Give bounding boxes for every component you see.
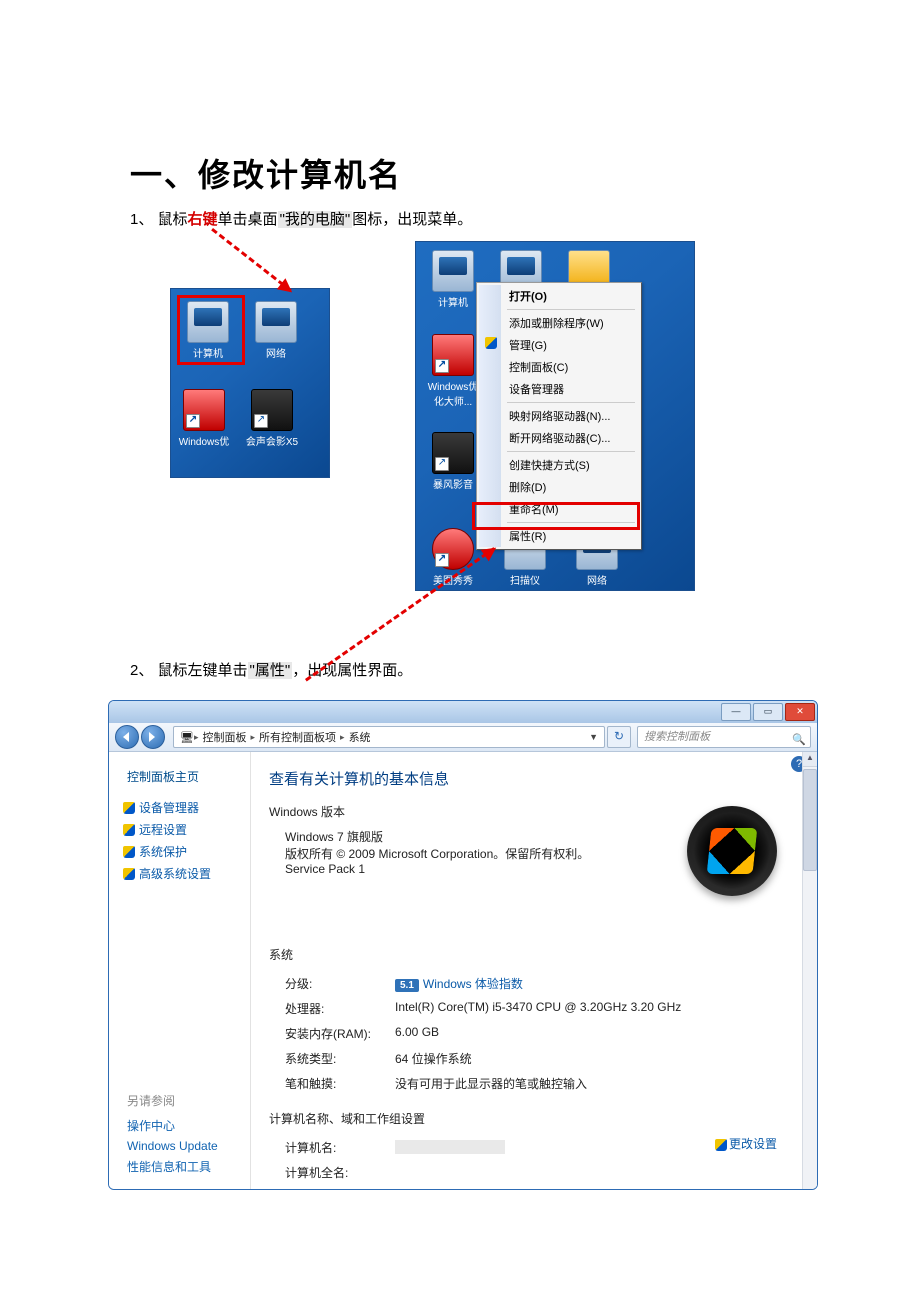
row-pen: 笔和触摸:没有可用于此显示器的笔或触控输入 [285, 1071, 691, 1096]
breadcrumb-icon: 🖥 [180, 731, 194, 744]
highlight-properties: "属性" [248, 662, 293, 679]
step-num: 2、 [130, 662, 153, 679]
right-click-emphasis: 右键 [188, 211, 218, 228]
refresh-button[interactable]: ↻ [607, 726, 631, 748]
menu-item-devmgr[interactable]: 设备管理器 [479, 378, 639, 400]
menu-item-addremove[interactable]: 添加或删除程序(W) [479, 312, 639, 334]
wei-score-badge: 5.1 [395, 979, 419, 992]
address-bar-row: 🖥 ▸ 控制面板 ▸ 所有控制面板项 ▸ 系统 ▼ ↻ 搜索控制面板🔍 [109, 723, 817, 752]
scroll-thumb[interactable] [803, 769, 817, 871]
search-icon: 🔍 [792, 730, 806, 750]
row-fullname: 计算机全名: [285, 1160, 515, 1185]
desktop-icon-computer[interactable]: 计算机 [424, 250, 482, 309]
search-input[interactable]: 搜索控制面板🔍 [637, 726, 811, 748]
menu-item-shortcut[interactable]: 创建快捷方式(S) [479, 454, 639, 476]
sidebar-home[interactable]: 控制面板主页 [127, 768, 242, 785]
app-icon: ↗ [183, 389, 225, 431]
name-section-label: 计算机名称、域和工作组设置 [269, 1110, 817, 1127]
sidebar-remote[interactable]: 远程设置 [123, 821, 242, 838]
system-properties-window: — ▭ ✕ 🖥 ▸ 控制面板 ▸ 所有控制面板项 ▸ 系统 ▼ ↻ 搜索控制面板… [108, 700, 818, 1190]
wei-link[interactable]: Windows 体验指数 [423, 977, 523, 991]
highlight-box-properties [472, 502, 640, 530]
shield-icon [123, 846, 135, 858]
arrow-to-computer-icon [211, 228, 292, 292]
row-rating: 分级:5.1Windows 体验指数 [285, 971, 691, 996]
highlight-my-computer: "我的电脑" [278, 211, 353, 228]
breadcrumb-allitems[interactable]: 所有控制面板项 [255, 729, 340, 745]
step-1-text: 1、 鼠标右键单击桌面"我的电脑"图标，出现菜单。 [130, 208, 790, 229]
app-icon: ↗ [432, 334, 474, 376]
sidebar-protect[interactable]: 系统保护 [123, 843, 242, 860]
breadcrumb-system[interactable]: 系统 [345, 729, 375, 745]
step-2-text: 2、 鼠标左键单击"属性"，出现属性界面。 [130, 659, 790, 680]
sidebar: 控制面板主页 设备管理器 远程设置 系统保护 高级系统设置 另请参阅 操作中心 … [109, 752, 251, 1190]
desktop-icon-video-editor[interactable]: ↗会声会影X5 [243, 389, 301, 448]
system-section-label: 系统 [269, 946, 817, 963]
network-icon [255, 301, 297, 343]
windows-logo-icon [687, 806, 777, 896]
shield-icon [485, 337, 497, 349]
desktop-icon-storm[interactable]: ↗暴风影音 [424, 432, 482, 491]
breadcrumb-controlpanel[interactable]: 控制面板 [199, 729, 251, 745]
content-title: 查看有关计算机的基本信息 [269, 768, 817, 789]
computer-name-value [395, 1140, 505, 1154]
app-icon: ↗ [251, 389, 293, 431]
sidebar-advanced[interactable]: 高级系统设置 [123, 865, 242, 882]
screenshot-desktop-icons: 计算机 网络 ↗Windows优 ↗会声会影X5 [170, 288, 330, 478]
row-ram: 安装内存(RAM):6.00 GB [285, 1021, 691, 1046]
close-button[interactable]: ✕ [785, 703, 815, 721]
menu-item-controlpanel[interactable]: 控制面板(C) [479, 356, 639, 378]
nav-back-button[interactable] [115, 725, 139, 749]
vertical-scrollbar[interactable]: ▲ [802, 752, 817, 1190]
menu-item-manage[interactable]: 管理(G) [479, 334, 639, 356]
row-type: 系统类型:64 位操作系统 [285, 1046, 691, 1071]
menu-item-discnet[interactable]: 断开网络驱动器(C)... [479, 427, 639, 449]
shield-icon [715, 1139, 727, 1151]
screenshot-context-menu: 计算机 ↗Windows优化大师... ↗暴风影音 ↗美图秀秀 扫描仪 网络 打… [415, 241, 695, 591]
sidebar-action-center[interactable]: 操作中心 [127, 1117, 242, 1134]
sidebar-windows-update[interactable]: Windows Update [127, 1139, 242, 1153]
desktop-icon-windows-tool[interactable]: ↗Windows优 [175, 389, 233, 448]
shield-icon [123, 824, 135, 836]
breadcrumb-dropdown-icon[interactable]: ▼ [589, 732, 598, 742]
heading-1: 一、修改计算机名 [130, 150, 790, 196]
sidebar-devmgr[interactable]: 设备管理器 [123, 799, 242, 816]
menu-item-mapnet[interactable]: 映射网络驱动器(N)... [479, 405, 639, 427]
change-settings-link[interactable]: 更改设置 [715, 1135, 777, 1152]
minimize-button[interactable]: — [721, 703, 751, 721]
row-cname: 计算机名: [285, 1135, 515, 1160]
nav-forward-button[interactable] [141, 725, 165, 749]
maximize-button[interactable]: ▭ [753, 703, 783, 721]
menu-item-delete[interactable]: 删除(D) [479, 476, 639, 498]
menu-item-open[interactable]: 打开(O) [479, 285, 639, 307]
breadcrumb-bar[interactable]: 🖥 ▸ 控制面板 ▸ 所有控制面板项 ▸ 系统 ▼ [173, 726, 605, 748]
window-titlebar: — ▭ ✕ [109, 701, 817, 723]
scroll-up-icon[interactable]: ▲ [803, 752, 817, 767]
sidebar-performance[interactable]: 性能信息和工具 [127, 1158, 242, 1175]
step-num: 1、 [130, 211, 153, 228]
content-pane: ? ▲ 查看有关计算机的基本信息 Windows 版本 Windows 7 旗舰… [251, 752, 817, 1190]
app-icon: ↗ [432, 432, 474, 474]
desktop-icon-windows-tool[interactable]: ↗Windows优化大师... [424, 334, 482, 408]
highlight-box-computer [177, 295, 245, 365]
computer-icon [432, 250, 474, 292]
shield-icon [123, 802, 135, 814]
see-also-label: 另请参阅 [127, 1092, 242, 1109]
row-desc: 计算机描述: [285, 1185, 515, 1190]
shield-icon [123, 868, 135, 880]
row-cpu: 处理器:Intel(R) Core(TM) i5-3470 CPU @ 3.20… [285, 996, 691, 1021]
desktop-icon-network[interactable]: 网络 [247, 301, 305, 360]
